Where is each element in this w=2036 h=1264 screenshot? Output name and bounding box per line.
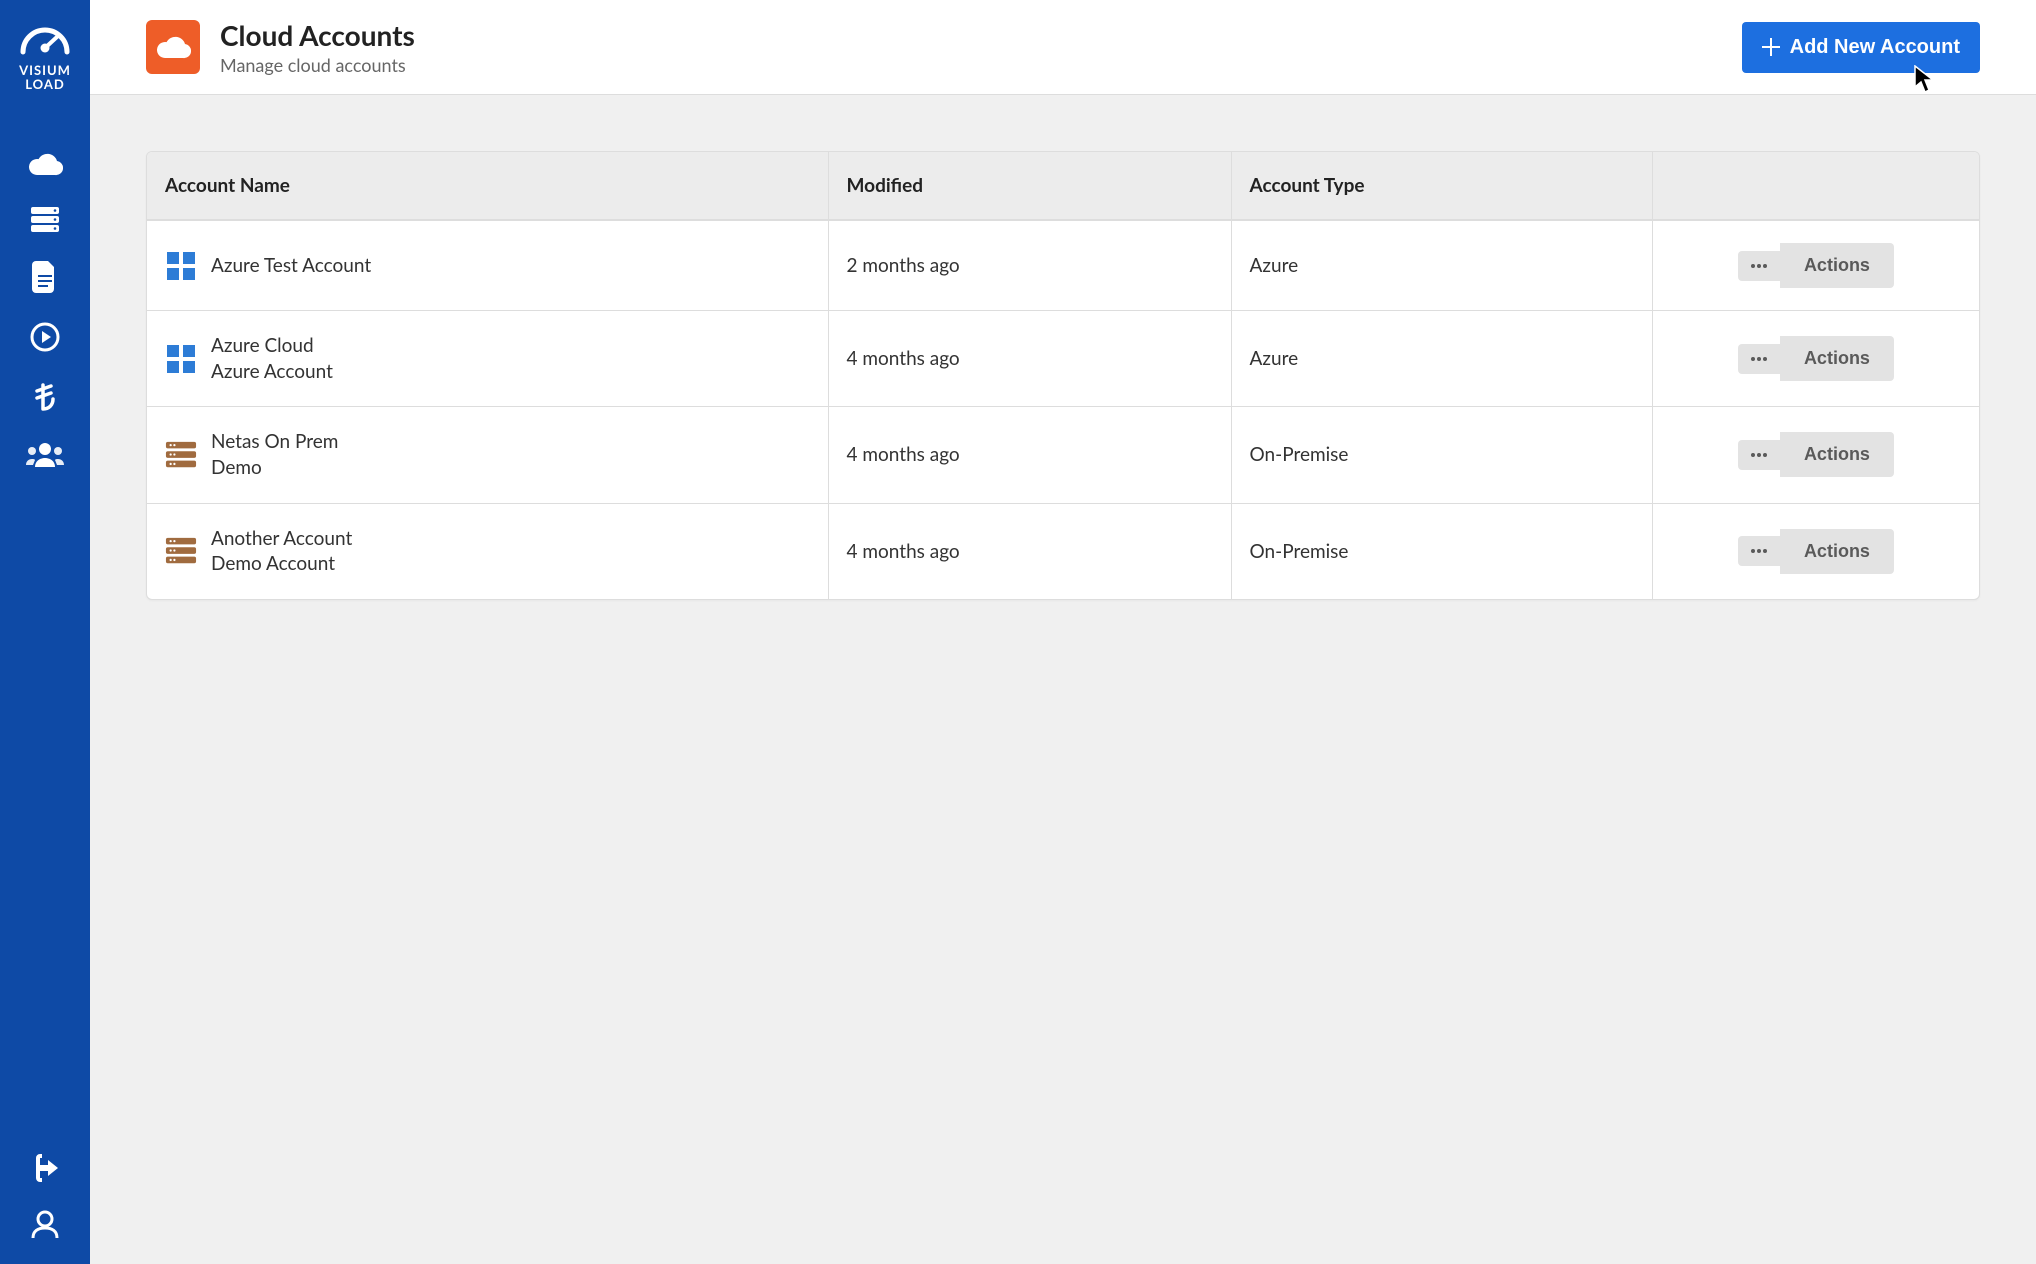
row-actions-button[interactable]: Actions bbox=[1780, 529, 1894, 574]
account-name-text: Netas On PremDemo bbox=[211, 429, 338, 480]
content-area: Account Name Modified Account Type Azure… bbox=[90, 95, 2036, 656]
cell-account-type: Azure bbox=[1232, 221, 1653, 310]
account-name-line1: Another Account bbox=[211, 526, 352, 552]
table-row: Another AccountDemo Account 4 months agoO… bbox=[147, 503, 1979, 599]
row-actions-button[interactable]: Actions bbox=[1780, 432, 1894, 477]
cell-account-name: Azure Test Account bbox=[147, 221, 829, 310]
row-more-button[interactable] bbox=[1738, 344, 1780, 374]
row-more-button[interactable] bbox=[1738, 536, 1780, 566]
account-name-line1: Azure Test Account bbox=[211, 253, 371, 279]
col-header-type: Account Type bbox=[1232, 152, 1653, 219]
more-dots-icon bbox=[1750, 452, 1768, 458]
cell-account-type: On-Premise bbox=[1232, 407, 1653, 502]
cell-modified: 4 months ago bbox=[829, 504, 1232, 599]
cell-actions: Actions bbox=[1653, 221, 1979, 310]
account-name-line2: Demo Account bbox=[211, 551, 352, 577]
page-subtitle: Manage cloud accounts bbox=[220, 54, 415, 76]
table-row: Netas On PremDemo 4 months agoOn-Premise A… bbox=[147, 406, 1979, 502]
cell-actions: Actions bbox=[1653, 407, 1979, 502]
table-body: Azure Test Account 2 months agoAzure Actio… bbox=[147, 220, 1979, 599]
account-name-text: Another AccountDemo Account bbox=[211, 526, 352, 577]
more-dots-icon bbox=[1750, 548, 1768, 554]
file-icon bbox=[32, 261, 58, 293]
app-root: VISIUM LOAD bbox=[0, 0, 2036, 1264]
plus-icon bbox=[1762, 38, 1780, 56]
page-title: Cloud Accounts bbox=[220, 18, 415, 52]
profile-icon bbox=[31, 1210, 59, 1240]
cell-account-name: Another AccountDemo Account bbox=[147, 504, 829, 599]
row-more-button[interactable] bbox=[1738, 440, 1780, 470]
server-rack-icon bbox=[165, 439, 197, 471]
sidebar-nav bbox=[26, 151, 64, 467]
signout-icon bbox=[30, 1154, 60, 1182]
main-area: Cloud Accounts Manage cloud accounts Add… bbox=[90, 0, 2036, 1264]
azure-icon bbox=[165, 343, 197, 375]
account-name-line1: Azure Cloud bbox=[211, 333, 333, 359]
brand-text: VISIUM LOAD bbox=[19, 64, 71, 91]
nav-servers[interactable] bbox=[29, 205, 61, 233]
account-name-line1: Netas On Prem bbox=[211, 429, 338, 455]
add-new-account-label: Add New Account bbox=[1790, 36, 1960, 59]
sidebar: VISIUM LOAD bbox=[0, 0, 90, 1264]
row-actions-button[interactable]: Actions bbox=[1780, 243, 1894, 288]
cloud-icon bbox=[27, 151, 63, 177]
cell-account-name: Azure CloudAzure Account bbox=[147, 311, 829, 406]
header-titles: Cloud Accounts Manage cloud accounts bbox=[220, 18, 415, 76]
nav-users[interactable] bbox=[26, 441, 64, 467]
header-cloud-icon bbox=[146, 20, 200, 74]
account-name-text: Azure CloudAzure Account bbox=[211, 333, 333, 384]
currency-icon bbox=[33, 381, 57, 413]
page-header: Cloud Accounts Manage cloud accounts Add… bbox=[90, 0, 2036, 95]
account-name-text: Azure Test Account bbox=[211, 253, 371, 279]
col-header-actions bbox=[1653, 152, 1979, 219]
nav-play[interactable] bbox=[29, 321, 61, 353]
cell-actions: Actions bbox=[1653, 504, 1979, 599]
cell-account-type: On-Premise bbox=[1232, 504, 1653, 599]
gauge-icon bbox=[18, 18, 72, 58]
row-more-button[interactable] bbox=[1738, 251, 1780, 281]
servers-icon bbox=[29, 205, 61, 233]
row-actions-button[interactable]: Actions bbox=[1780, 336, 1894, 381]
col-header-modified: Modified bbox=[829, 152, 1232, 219]
table-row: Azure Test Account 2 months agoAzure Actio… bbox=[147, 220, 1979, 310]
table-header: Account Name Modified Account Type bbox=[147, 152, 1979, 220]
users-icon bbox=[26, 441, 64, 467]
cell-account-name: Netas On PremDemo bbox=[147, 407, 829, 502]
brand-logo: VISIUM LOAD bbox=[18, 18, 72, 91]
cell-account-type: Azure bbox=[1232, 311, 1653, 406]
add-new-account-button[interactable]: Add New Account bbox=[1742, 22, 1980, 73]
more-dots-icon bbox=[1750, 356, 1768, 362]
accounts-table: Account Name Modified Account Type Azure… bbox=[146, 151, 1980, 600]
table-row: Azure CloudAzure Account4 months agoAzur… bbox=[147, 310, 1979, 406]
cell-modified: 2 months ago bbox=[829, 221, 1232, 310]
server-rack-icon bbox=[165, 535, 197, 567]
col-header-name: Account Name bbox=[147, 152, 829, 219]
play-icon bbox=[29, 321, 61, 353]
account-name-line2: Demo bbox=[211, 455, 338, 481]
azure-icon bbox=[165, 250, 197, 282]
nav-signout[interactable] bbox=[30, 1154, 60, 1182]
nav-file[interactable] bbox=[32, 261, 58, 293]
cell-modified: 4 months ago bbox=[829, 311, 1232, 406]
more-dots-icon bbox=[1750, 263, 1768, 269]
cell-modified: 4 months ago bbox=[829, 407, 1232, 502]
nav-cloud[interactable] bbox=[27, 151, 63, 177]
account-name-line2: Azure Account bbox=[211, 359, 333, 385]
nav-currency[interactable] bbox=[33, 381, 57, 413]
sidebar-bottom bbox=[30, 1154, 60, 1264]
cell-actions: Actions bbox=[1653, 311, 1979, 406]
nav-profile[interactable] bbox=[31, 1210, 59, 1240]
